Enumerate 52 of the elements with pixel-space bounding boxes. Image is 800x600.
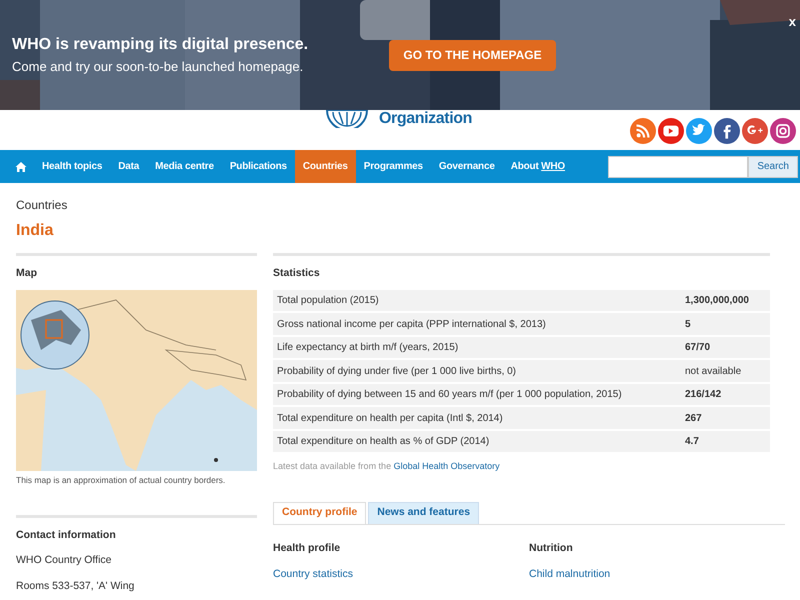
nav-item[interactable]: Governance: [430, 150, 503, 183]
section-heading: Map: [16, 266, 38, 281]
stat-value: 216/142: [685, 388, 722, 402]
nav-item[interactable]: Countries: [294, 150, 356, 183]
map-caption: This map is an approximation of actual country borders.: [16, 474, 226, 486]
banner-subline: Come and try our soon-to-be launched homepage.: [12, 58, 304, 76]
data-note: Latest data available from the Global Health Observatory: [273, 460, 501, 474]
breadcrumb: Countries: [16, 197, 68, 214]
stat-value: 67/70: [685, 341, 710, 355]
section-heading: Nutrition: [529, 540, 574, 556]
tab[interactable]: News and features: [368, 502, 480, 524]
banner-headline: WHO is revamping its digital presence.: [12, 35, 308, 56]
stat-label: Gross national income per capita (PPP international $, 2013): [276, 318, 547, 332]
contact-line: Rooms 533-537, 'A' Wing: [16, 579, 136, 594]
stat-label: Probability of dying under five (per 1 000 live births, 0): [276, 364, 518, 378]
stat-label: Life expectancy at birth m/f (years, 2015): [276, 341, 460, 355]
nav-item[interactable]: Publications: [222, 150, 295, 183]
stat-value: 267: [685, 412, 702, 426]
nav-item[interactable]: About WHO: [502, 150, 574, 183]
profile-link[interactable]: Child malnutrition: [529, 566, 785, 582]
stat-value: 4.7: [685, 435, 699, 449]
contact-line: WHO Country Office: [16, 553, 112, 568]
stat-value: 1,300,000,000: [685, 294, 749, 308]
emblem-icon: [325, 110, 369, 128]
logo-text: Organization: [379, 109, 472, 129]
profile-link[interactable]: Country statistics: [273, 566, 529, 582]
stat-value: 5: [685, 318, 691, 332]
section-heading: Statistics: [273, 266, 321, 281]
instagram-icon[interactable]: [770, 118, 796, 144]
stat-label: Total population (2015): [276, 294, 380, 308]
nav-item[interactable]: Health topics: [34, 150, 110, 183]
nav-item[interactable]: Programmes: [356, 150, 431, 183]
stat-label: Total expenditure on health per capita (Intl $, 2014): [276, 412, 504, 426]
googleplus-icon[interactable]: [742, 118, 768, 144]
stat-value: not available: [685, 364, 742, 378]
youtube-icon[interactable]: [658, 118, 684, 144]
section-heading: Contact information: [16, 528, 117, 542]
stat-label: Probability of dying between 15 and 60 years m/f (per 1 000 population, 2015): [276, 388, 623, 402]
search-button[interactable]: Search: [748, 156, 798, 178]
homepage-button[interactable]: GO TO THE HOMEPAGE: [389, 40, 556, 70]
observatory-link[interactable]: Global Health Observatory: [394, 461, 500, 472]
twitter-icon[interactable]: [686, 118, 712, 144]
page-title: India: [16, 221, 54, 241]
rss-icon[interactable]: [630, 118, 656, 144]
search-field[interactable]: [608, 156, 748, 178]
section-heading: Health profile: [273, 540, 342, 556]
close-button[interactable]: x: [784, 12, 800, 32]
nav-item[interactable]: Data: [110, 150, 148, 183]
tab[interactable]: Country profile: [273, 502, 366, 524]
facebook-icon[interactable]: [714, 118, 740, 144]
nav-item[interactable]: Media centre: [147, 150, 222, 183]
stat-label: Total expenditure on health as % of GDP (2014): [276, 435, 490, 449]
